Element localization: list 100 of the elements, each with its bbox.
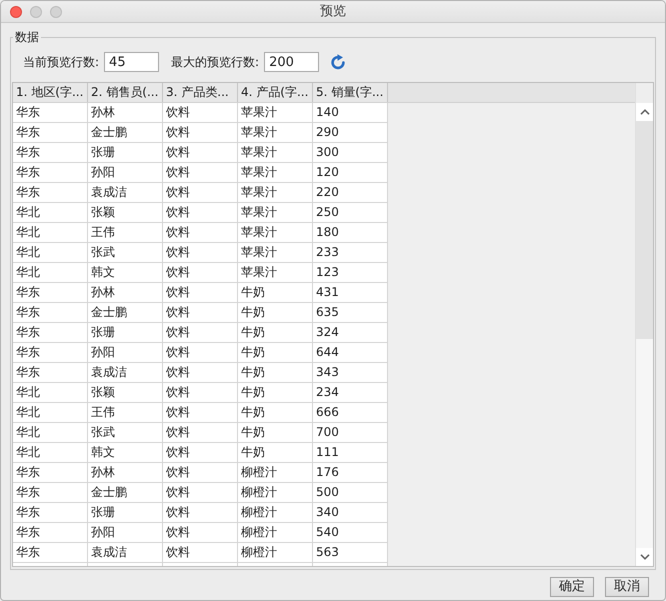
table-cell: 华北 [13, 223, 88, 243]
table-cell: 苹果汁 [238, 183, 313, 203]
table-cell: 孙阳 [88, 343, 163, 363]
table-cell: 饮料 [163, 283, 238, 303]
table-cell: 饮料 [163, 403, 238, 423]
table-cell: 孙阳 [88, 523, 163, 543]
table-cell: 金士鹏 [88, 483, 163, 503]
table-cell: 张武 [88, 423, 163, 443]
table-cell: 300 [313, 143, 388, 163]
number-input-field[interactable]: 200 [264, 52, 320, 72]
table-cell: 苹果汁 [238, 123, 313, 143]
table-cell: 柳橙汁 [238, 523, 313, 543]
table-cell: 饮料 [163, 323, 238, 343]
table-cell: 饮料 [163, 363, 238, 383]
window-title: 预览 [320, 4, 346, 20]
table-cell: 饮料 [163, 483, 238, 503]
table-cell: 王伟 [88, 223, 163, 243]
table-cell: 牛奶 [238, 443, 313, 463]
column-header[interactable]: 4. 产品(字... [238, 83, 313, 102]
table-cell: 华东 [13, 503, 88, 523]
column-header[interactable]: 3. 产品类... [163, 83, 238, 102]
table-cell: 饮料 [163, 243, 238, 263]
table-cell: 孙林 [88, 463, 163, 483]
table-cell: 饮料 [163, 443, 238, 463]
table-cell: 金士鹏 [88, 123, 163, 143]
table-cell: 袁成洁 [88, 363, 163, 383]
table-cell: 290 [313, 123, 388, 143]
table-cell: 张珊 [88, 503, 163, 523]
table-cell: 饮料 [163, 123, 238, 143]
table-cell: 张武 [88, 243, 163, 263]
table-cell: 华东 [13, 183, 88, 203]
ok-button[interactable]: 确定 [550, 577, 594, 597]
table-cell: 饮料 [163, 523, 238, 543]
table-cell: 牛奶 [238, 423, 313, 443]
scroll-down-button[interactable] [636, 548, 653, 566]
table-cell: 王伟 [88, 403, 163, 423]
table-cell: 250 [313, 203, 388, 223]
table-cell: 饮料 [163, 103, 238, 123]
close-icon[interactable] [10, 6, 22, 18]
table-cell: 饮料 [163, 423, 238, 443]
table-cell: 饮料 [163, 143, 238, 163]
table-cell: 华东 [13, 283, 88, 303]
table-cell: 华北 [13, 403, 88, 423]
table-cell: 华北 [13, 443, 88, 463]
table-cell: 张颖 [88, 383, 163, 403]
table-cell: 华北 [13, 203, 88, 223]
table-cell: 柳橙汁 [238, 483, 313, 503]
table-cell: 华东 [13, 103, 88, 123]
table-cell: 牛奶 [238, 283, 313, 303]
table-cell: 苹果汁 [238, 143, 313, 163]
table-cell: 饮料 [163, 343, 238, 363]
table-cell: 饮料 [163, 383, 238, 403]
table-cell: 220 [313, 183, 388, 203]
table-cell: 324 [313, 323, 388, 343]
table-cell: 563 [313, 543, 388, 563]
table-cell: 华东 [13, 363, 88, 383]
table-cell: 孙林 [88, 103, 163, 123]
number-input-field[interactable]: 45 [104, 52, 160, 72]
field-label: 最大的预览行数: [171, 54, 260, 71]
table-cell: 343 [313, 363, 388, 383]
table-cell: 635 [313, 303, 388, 323]
table-cell: 牛奶 [238, 343, 313, 363]
table-cell: 孙阳 [88, 163, 163, 183]
table-cell: 张珊 [88, 323, 163, 343]
table-cell: 饮料 [163, 223, 238, 243]
table-cell: 苹果汁 [238, 203, 313, 223]
table-cell: 袁成洁 [88, 183, 163, 203]
table-cell: 123 [313, 263, 388, 283]
scroll-up-button[interactable] [636, 103, 653, 121]
chevron-up-icon [640, 109, 650, 115]
table-cell: 华东 [13, 343, 88, 363]
table-cell: 袁成洁 [88, 543, 163, 563]
table-cell: 华东 [13, 143, 88, 163]
refresh-icon[interactable] [330, 54, 346, 70]
table-cell: 120 [313, 163, 388, 183]
column-header[interactable]: 5. 销量(字... [313, 83, 388, 102]
group-title: 数据 [14, 30, 40, 45]
table-cell: 牛奶 [238, 323, 313, 343]
scrollbar-thumb[interactable] [636, 121, 653, 339]
table-cell: 540 [313, 523, 388, 543]
table-cell: 柳橙汁 [238, 543, 313, 563]
table-cell: 华北 [13, 243, 88, 263]
table-cell: 苹果汁 [238, 223, 313, 243]
table-cell: 苹果汁 [238, 263, 313, 283]
cancel-button[interactable]: 取消 [605, 577, 649, 597]
table-cell: 韩文 [88, 263, 163, 283]
table-cell: 华东 [13, 543, 88, 563]
table-cell: 张颖 [88, 203, 163, 223]
table-cell: 金士鹏 [88, 303, 163, 323]
table-cell: 牛奶 [238, 303, 313, 323]
table-cell: 华东 [13, 163, 88, 183]
column-header[interactable]: 1. 地区(字... [13, 83, 88, 102]
table-cell: 苹果汁 [238, 243, 313, 263]
table-cell: 700 [313, 423, 388, 443]
table-cell: 华北 [13, 423, 88, 443]
column-header[interactable]: 2. 销售员(... [88, 83, 163, 102]
table-cell: 500 [313, 483, 388, 503]
table-cell: 233 [313, 243, 388, 263]
table-cell: 韩文 [88, 443, 163, 463]
table-cell: 牛奶 [238, 383, 313, 403]
